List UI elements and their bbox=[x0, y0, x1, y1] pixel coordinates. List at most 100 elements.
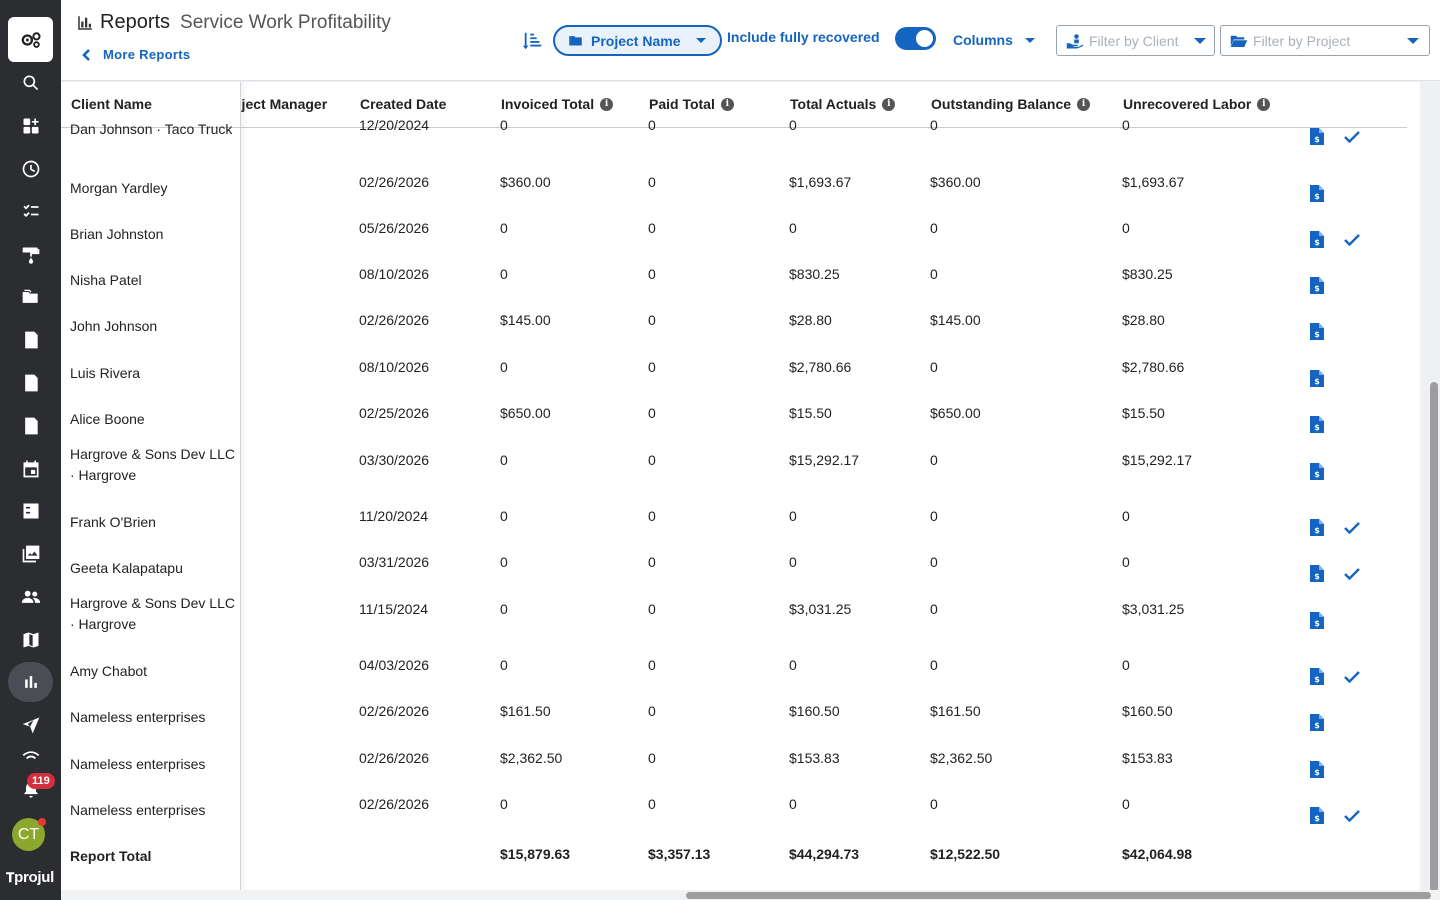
unrecovered-cell: $1,693.67 bbox=[1122, 174, 1185, 190]
client-name-cell[interactable]: Nameless enterprises bbox=[70, 754, 235, 775]
users-icon[interactable] bbox=[8, 579, 53, 615]
filter-by-project[interactable]: Filter by Project bbox=[1220, 25, 1430, 56]
folder-icon[interactable] bbox=[8, 279, 53, 315]
invoice-doc-icon[interactable]: $ bbox=[1310, 668, 1324, 685]
caret-down-icon bbox=[1024, 37, 1035, 43]
outstanding-cell: $650.00 bbox=[930, 405, 981, 421]
paint-roller-icon[interactable] bbox=[8, 237, 53, 273]
reports-icon[interactable] bbox=[8, 662, 53, 702]
actuals-cell: 0 bbox=[789, 117, 797, 133]
col-created-date[interactable]: Created Date bbox=[360, 96, 446, 112]
checklist-icon[interactable] bbox=[8, 194, 53, 230]
vertical-scrollbar[interactable] bbox=[1430, 382, 1438, 892]
client-name-cell[interactable]: Frank O'Brien bbox=[70, 512, 235, 533]
outstanding-cell: 0 bbox=[930, 508, 938, 524]
col-client-name[interactable]: Client Name bbox=[71, 96, 152, 112]
columns-button[interactable]: Columns bbox=[953, 32, 1035, 48]
map-icon[interactable] bbox=[8, 622, 53, 658]
paid-cell: 0 bbox=[648, 266, 656, 282]
group-by-chip[interactable]: Project Name bbox=[553, 25, 722, 56]
invoice-doc-icon[interactable]: $ bbox=[1310, 807, 1324, 824]
sort-icon[interactable] bbox=[522, 30, 544, 52]
client-name-cell[interactable]: Nisha Patel bbox=[70, 270, 235, 291]
client-name-cell[interactable]: John Johnson bbox=[70, 316, 235, 337]
unrecovered-cell: $28.80 bbox=[1122, 312, 1165, 328]
wifi-icon[interactable] bbox=[8, 748, 53, 768]
invoice-doc-icon[interactable]: $ bbox=[1310, 277, 1324, 294]
client-name-cell[interactable]: Nameless enterprises bbox=[70, 800, 235, 821]
date-cell: 12/20/2024 bbox=[359, 117, 430, 133]
info-icon[interactable]: i bbox=[882, 97, 896, 111]
client-name-cell[interactable]: Dan Johnson · Taco Truck bbox=[70, 119, 235, 140]
info-icon[interactable]: i bbox=[600, 97, 614, 111]
invoice-icon[interactable] bbox=[8, 365, 53, 401]
client-name-cell[interactable]: Morgan Yardley bbox=[70, 178, 235, 199]
unrecovered-cell: $15.50 bbox=[1122, 405, 1165, 421]
col-unrecovered-labor[interactable]: Unrecovered Labor i bbox=[1123, 96, 1271, 112]
invoice-doc-icon[interactable]: $ bbox=[1310, 612, 1324, 629]
invoice-doc-icon[interactable]: $ bbox=[1310, 714, 1324, 731]
invoice-doc-icon[interactable]: $ bbox=[1310, 370, 1324, 387]
date-cell: 02/26/2026 bbox=[359, 796, 430, 812]
paid-cell: 0 bbox=[648, 117, 656, 133]
actuals-cell: 0 bbox=[789, 796, 797, 812]
client-name-cell[interactable]: Geeta Kalapatapu bbox=[70, 558, 235, 579]
include-recovered-toggle[interactable] bbox=[895, 27, 936, 50]
invoice-doc-icon[interactable]: $ bbox=[1310, 565, 1324, 582]
recovered-check-icon bbox=[1344, 233, 1360, 247]
client-name-cell[interactable]: Amy Chabot bbox=[70, 661, 235, 682]
task-icon[interactable] bbox=[8, 493, 53, 529]
actuals-cell: $160.50 bbox=[789, 703, 840, 719]
invoice-doc-icon[interactable]: $ bbox=[1310, 463, 1324, 480]
horizontal-scrollbar[interactable] bbox=[686, 892, 1431, 899]
search-icon[interactable] bbox=[8, 65, 53, 101]
col-project-manager[interactable]: oject Manager bbox=[233, 96, 327, 112]
change-order-icon[interactable] bbox=[8, 408, 53, 444]
info-icon[interactable]: i bbox=[720, 97, 734, 111]
invoice-doc-icon[interactable]: $ bbox=[1310, 519, 1324, 536]
invoice-doc-icon[interactable]: $ bbox=[1310, 185, 1324, 202]
outstanding-cell: 0 bbox=[930, 359, 938, 375]
client-name-cell[interactable]: Luis Rivera bbox=[70, 363, 235, 384]
more-reports-link[interactable]: More Reports bbox=[81, 47, 190, 62]
settings-gears-icon[interactable] bbox=[8, 17, 53, 62]
invoice-doc-icon[interactable]: $ bbox=[1310, 323, 1324, 340]
nav-rail: 119 CT 𝐓projul bbox=[0, 0, 61, 900]
invoiced-cell: 0 bbox=[500, 452, 508, 468]
col-invoiced-total[interactable]: Invoiced Total i bbox=[501, 96, 614, 112]
invoiced-cell: $2,362.50 bbox=[500, 750, 563, 766]
client-name-cell[interactable]: Hargrove & Sons Dev LLC · Hargrove bbox=[70, 593, 235, 635]
clock-icon[interactable] bbox=[8, 151, 53, 187]
invoiced-cell: $161.50 bbox=[500, 703, 551, 719]
date-cell: 04/03/2026 bbox=[359, 657, 430, 673]
filter-by-client[interactable]: Filter by Client bbox=[1056, 25, 1215, 56]
col-outstanding-balance[interactable]: Outstanding Balance i bbox=[931, 96, 1091, 112]
col-total-actuals[interactable]: Total Actuals i bbox=[790, 96, 896, 112]
invoice-doc-icon[interactable]: $ bbox=[1310, 761, 1324, 778]
info-icon[interactable]: i bbox=[1077, 97, 1091, 111]
invoice-doc-icon[interactable]: $ bbox=[1310, 231, 1324, 248]
actuals-cell: $15,292.17 bbox=[789, 452, 860, 468]
client-name-cell[interactable]: Brian Johnston bbox=[70, 224, 235, 245]
invoice-doc-icon[interactable]: $ bbox=[1310, 416, 1324, 433]
client-name-cell[interactable]: Hargrove & Sons Dev LLC · Hargrove bbox=[70, 444, 235, 486]
info-icon[interactable]: i bbox=[1257, 97, 1271, 111]
photos-icon[interactable] bbox=[8, 536, 53, 572]
client-name-cell[interactable]: Alice Boone bbox=[70, 409, 235, 430]
invoiced-cell: $145.00 bbox=[500, 312, 551, 328]
calendar-icon[interactable] bbox=[8, 451, 53, 487]
invoice-doc-icon[interactable]: $ bbox=[1310, 128, 1324, 145]
outstanding-cell: 0 bbox=[930, 601, 938, 617]
frozen-client-column: Client Name Dan Johnson · Taco Truck Morg… bbox=[61, 82, 241, 890]
invoiced-cell: 0 bbox=[500, 220, 508, 236]
invoiced-cell: $360.00 bbox=[500, 174, 551, 190]
col-paid-total[interactable]: Paid Total i bbox=[649, 96, 734, 112]
estimate-icon[interactable] bbox=[8, 322, 53, 358]
total-unrecovered-cell: $42,064.98 bbox=[1122, 846, 1193, 862]
unrecovered-cell: 0 bbox=[1122, 554, 1130, 570]
actuals-cell: 0 bbox=[789, 220, 797, 236]
send-icon[interactable] bbox=[8, 707, 53, 743]
dashboard-add-icon[interactable] bbox=[8, 108, 53, 144]
client-name-cell[interactable]: Nameless enterprises bbox=[70, 707, 235, 728]
svg-text:$: $ bbox=[1314, 619, 1320, 628]
